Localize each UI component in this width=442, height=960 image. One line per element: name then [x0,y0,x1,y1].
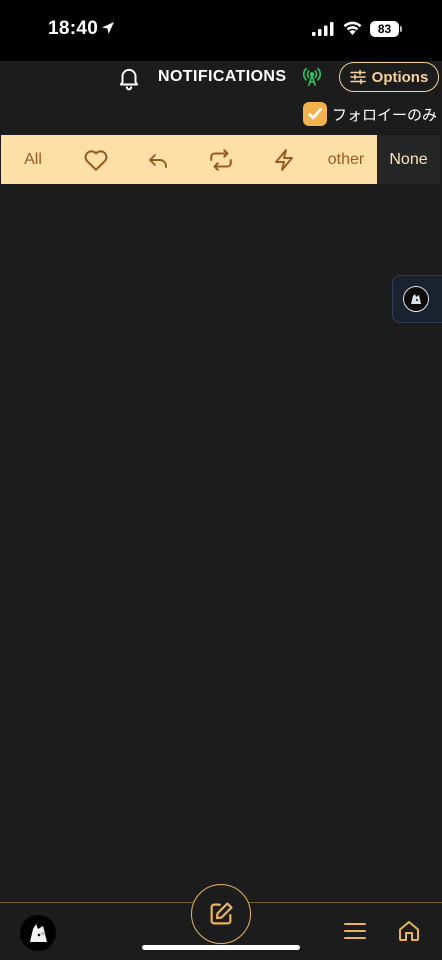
stream-status-icon [302,67,322,87]
filter-reposts[interactable] [189,135,253,184]
compose-icon [210,902,233,925]
status-bar: 18:40 83 [0,0,442,61]
heart-icon [84,149,108,171]
options-button[interactable]: Options [339,62,439,92]
account-switcher-button[interactable] [392,275,442,323]
reply-icon [149,153,167,168]
filter-reactions[interactable] [65,135,127,184]
cellular-signal-icon [312,22,334,36]
filter-all[interactable]: All [1,135,65,184]
battery-indicator: 83 [370,21,402,37]
filter-other-label: other [327,150,365,168]
account-avatar [403,286,429,312]
home-icon[interactable] [397,919,421,943]
page-title: NOTIFICATIONS [158,68,287,85]
wifi-icon [343,21,362,35]
cat-avatar-icon [411,294,421,304]
follow-only-checkbox[interactable] [303,102,327,126]
filter-other[interactable]: other [315,135,377,184]
check-icon [308,108,322,120]
filter-replies[interactable] [127,135,189,184]
cat-avatar-icon [30,924,47,942]
menu-icon[interactable] [344,921,366,941]
options-label: Options [371,68,429,86]
bell-icon [119,68,139,91]
status-time: 18:40 [48,18,99,39]
repost-icon [210,148,232,171]
compose-button[interactable] [191,884,251,944]
filter-zaps[interactable] [253,135,315,184]
home-indicator [142,945,300,950]
filter-none-label: None [389,150,428,168]
filter-none[interactable]: None [377,135,440,184]
follow-only-label: フォロイーのみ [332,107,438,124]
filter-all-label: All [24,150,42,168]
location-arrow-icon [102,22,114,34]
zap-icon [275,148,293,171]
sliders-icon [349,69,366,85]
notification-filter-bar: All other [1,135,377,184]
user-avatar[interactable] [20,915,56,951]
battery-level: 83 [377,22,392,36]
